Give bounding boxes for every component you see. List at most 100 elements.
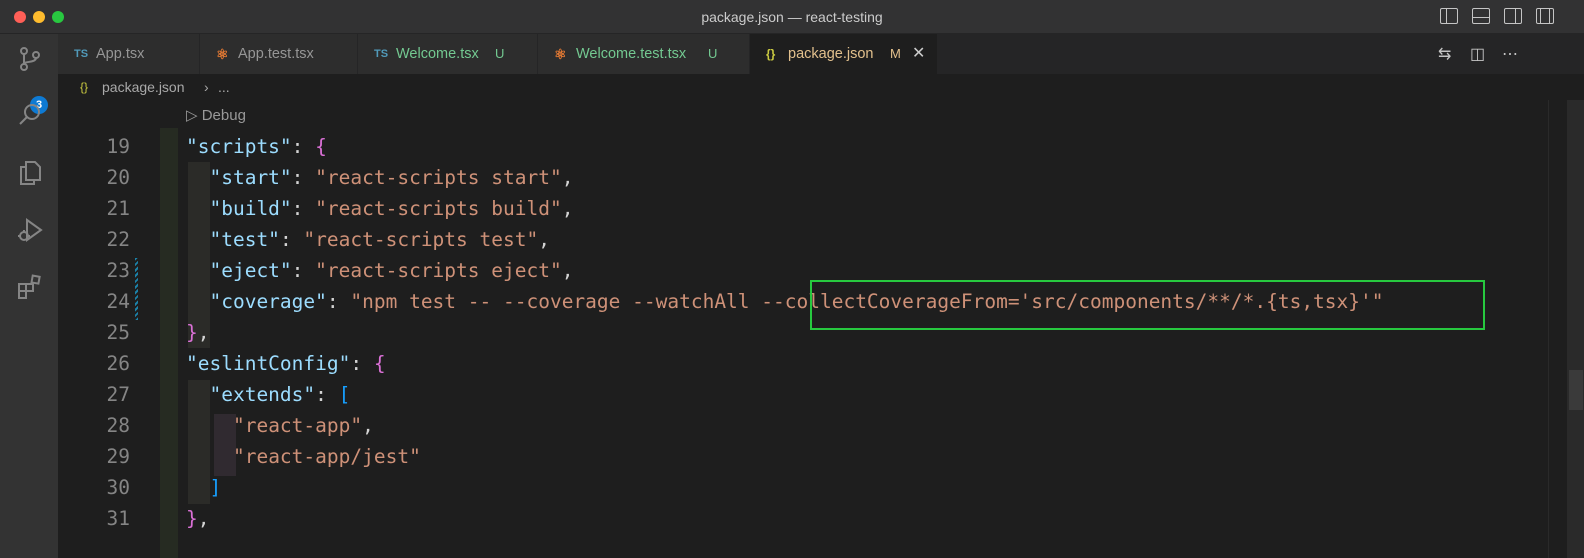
json-string-value: "react-scripts start" (315, 166, 562, 189)
activity-bar: 3 (0, 34, 58, 558)
more-actions-icon[interactable]: ⋯ (1502, 44, 1518, 64)
line-content: "react-app", (186, 410, 374, 441)
scrollbar-track[interactable] (1567, 100, 1584, 558)
open-changes-icon[interactable]: ⇆ (1438, 44, 1451, 64)
window-title: package.json — react-testing (701, 9, 883, 25)
react-file-icon: ⚛ (216, 46, 229, 62)
line-number: 30 (106, 476, 130, 499)
close-bracket: ] (209, 476, 222, 499)
line-number: 27 (106, 383, 130, 406)
untracked-badge: U (495, 46, 505, 61)
line-content: "test": "react-scripts test", (186, 224, 550, 255)
json-key: "start" (209, 166, 292, 189)
line-number: 19 (106, 135, 130, 158)
toggle-primary-sidebar-icon[interactable] (1440, 8, 1458, 24)
run-debug-icon[interactable] (15, 216, 45, 246)
tab-app-test-tsx[interactable]: ⚛ App.test.tsx (200, 34, 358, 74)
tab-label: App.tsx (96, 46, 145, 62)
comma: , (197, 321, 210, 344)
customize-layout-icon[interactable] (1536, 8, 1554, 24)
editor-scrollbar[interactable] (1548, 100, 1584, 558)
json-key: "eject" (209, 259, 292, 282)
editor-tab-bar: TS App.tsx ⚛ App.test.tsx TS Welcome.tsx… (58, 34, 1584, 74)
search-icon[interactable] (15, 100, 45, 130)
breadcrumb-separator: › (204, 79, 209, 95)
line-content: }, (186, 317, 210, 348)
line-number: 26 (106, 352, 130, 375)
colon: : (291, 259, 316, 282)
comma: , (362, 414, 374, 437)
line-number: 29 (106, 445, 130, 468)
code-line: 29 "react-app/jest" (58, 441, 1548, 472)
close-bracket: } (186, 321, 198, 344)
json-file-icon: {} (80, 80, 89, 94)
split-editor-icon[interactable]: ◫ (1470, 44, 1485, 64)
close-bracket: } (186, 507, 198, 530)
line-content: "scripts": { (186, 131, 327, 162)
line-number: 31 (106, 507, 130, 530)
tab-welcome-test-tsx[interactable]: ⚛ Welcome.test.tsx U (538, 34, 750, 74)
json-file-icon: {} (766, 47, 776, 61)
breadcrumb-more[interactable]: ... (218, 74, 230, 100)
json-string-value: "react-scripts eject" (315, 259, 562, 282)
tab-app-tsx[interactable]: TS App.tsx (58, 34, 200, 74)
code-line: 30 ] (58, 472, 1548, 503)
json-string-value: "react-app/jest" (232, 445, 421, 468)
code-line: 19 "scripts": { (58, 131, 1548, 162)
extensions-icon[interactable] (15, 272, 45, 302)
untracked-badge: U (708, 46, 718, 61)
comma: , (561, 259, 574, 282)
colon: : (291, 135, 316, 158)
source-control-icon[interactable] (15, 44, 45, 74)
line-number: 22 (106, 228, 130, 251)
toggle-panel-icon[interactable] (1472, 8, 1490, 24)
line-number: 28 (106, 414, 130, 437)
react-file-icon: ⚛ (554, 46, 567, 62)
line-number: 20 (106, 166, 130, 189)
comma: , (197, 507, 210, 530)
code-line: 26 "eslintConfig": { (58, 348, 1548, 379)
highlight-box (810, 280, 1485, 330)
code-line: 21 "build": "react-scripts build", (58, 193, 1548, 224)
open-bracket: [ (338, 383, 351, 406)
line-number: 23 (106, 259, 130, 282)
comma: , (538, 228, 550, 251)
line-content: "eslintConfig": { (186, 348, 386, 379)
tab-label: package.json (788, 46, 874, 62)
breadcrumb-file[interactable]: package.json (102, 74, 185, 100)
tab-package-json[interactable]: {} package.json M ✕ (750, 34, 938, 74)
json-key: "eslintConfig" (186, 352, 351, 375)
code-line: 22 "test": "react-scripts test", (58, 224, 1548, 255)
json-key: "scripts" (186, 135, 292, 158)
explorer-icon[interactable] (15, 158, 45, 188)
json-key: "test" (209, 228, 280, 251)
toggle-secondary-sidebar-icon[interactable] (1504, 8, 1522, 24)
line-content: "eject": "react-scripts eject", (186, 255, 573, 286)
code-line: 27 "extends": [ (58, 379, 1548, 410)
line-number: 24 (106, 290, 130, 313)
tab-label: Welcome.tsx (396, 46, 479, 62)
scroll-thumb[interactable] (1569, 370, 1583, 410)
colon: : (315, 383, 339, 406)
code-editor[interactable]: ▷ Debug 19 "scripts": {20 "start": "react… (58, 100, 1548, 558)
line-number: 21 (106, 197, 130, 220)
title-bar: package.json — react-testing (0, 0, 1584, 34)
open-bracket: { (315, 135, 327, 158)
line-content: "react-app/jest" (186, 441, 421, 472)
tab-label: Welcome.test.tsx (576, 46, 687, 62)
line-content: "start": "react-scripts start", (186, 162, 573, 193)
code-line: 28 "react-app", (58, 410, 1548, 441)
colon: : (350, 352, 374, 375)
close-tab-icon[interactable]: ✕ (912, 34, 925, 74)
tab-welcome-tsx[interactable]: TS Welcome.tsx U (358, 34, 538, 74)
code-line: 31}, (58, 503, 1548, 534)
breadcrumb: {} package.json › ... (58, 74, 1584, 100)
debug-codelens[interactable]: ▷ Debug (186, 106, 246, 124)
